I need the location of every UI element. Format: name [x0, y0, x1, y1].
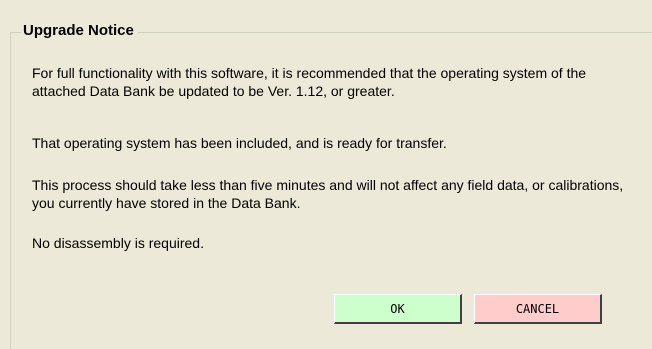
message-paragraph-3: This process should take less than five … [32, 177, 624, 211]
message-paragraph-2: That operating system has been included,… [32, 135, 447, 151]
ok-button[interactable]: OK [334, 294, 462, 324]
upgrade-notice-dialog: Upgrade Notice For full functionality wi… [0, 0, 652, 349]
cancel-button[interactable]: CANCEL [474, 294, 602, 324]
message-paragraph-1: For full functionality with this softwar… [32, 65, 587, 99]
message-paragraph-4: No disassembly is required. [32, 235, 204, 251]
dialog-title: Upgrade Notice [21, 21, 138, 41]
